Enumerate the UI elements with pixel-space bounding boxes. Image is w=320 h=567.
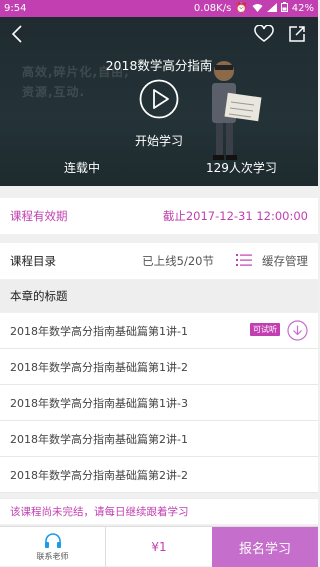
download-icon	[287, 320, 308, 341]
lesson-item[interactable]: 2018年数学高分指南基础篇第2讲-1	[0, 421, 318, 457]
online-lesson-count: 已上线5/20节	[142, 254, 214, 268]
lesson-list: 2018年数学高分指南基础篇第1讲-1 可试听 2018年数学高分指南基础篇第1…	[0, 313, 318, 493]
chapter-title: 本章的标题	[10, 289, 68, 303]
favorite-button[interactable]	[254, 24, 274, 47]
contact-teacher-label: 联系老师	[36, 551, 69, 561]
lesson-title: 2018年数学高分指南基础篇第2讲-2	[10, 468, 188, 482]
back-button[interactable]	[10, 25, 24, 47]
trial-badge: 可试听	[250, 323, 280, 336]
lesson-item[interactable]: 2018年数学高分指南基础篇第1讲-3	[0, 385, 318, 421]
signal-icon	[266, 2, 277, 15]
heart-icon	[254, 24, 274, 42]
start-learning-label[interactable]: 开始学习	[0, 132, 318, 149]
chevron-left-icon	[11, 25, 22, 43]
status-bar: 9:54 0.08K/s ⏰ 42%	[0, 0, 318, 17]
battery-icon	[280, 2, 288, 15]
wifi-icon	[252, 3, 263, 15]
contact-teacher-button[interactable]: 联系老师	[0, 527, 106, 567]
lesson-item[interactable]: 2018年数学高分指南基础篇第1讲-1 可试听	[0, 313, 318, 349]
serial-status: 连载中	[64, 161, 101, 175]
status-time: 9:54	[4, 3, 27, 14]
lesson-item[interactable]: 2018年数学高分指南基础篇第1讲-2	[0, 349, 318, 385]
network-speed: 0.08K/s	[193, 3, 232, 14]
download-button[interactable]	[287, 320, 308, 344]
chapter-header: 本章的标题	[0, 280, 318, 312]
course-catalog-header: 课程目录 已上线5/20节 缓存管理	[0, 243, 318, 279]
share-icon	[289, 26, 305, 42]
validity-value: 截止2017-12-31 12:00:00	[162, 209, 308, 223]
headset-icon	[44, 532, 61, 548]
play-icon	[139, 79, 179, 119]
course-price: ¥1	[151, 540, 167, 554]
lesson-item[interactable]: 2018年数学高分指南基础篇第2讲-2	[0, 457, 318, 493]
lesson-title: 2018年数学高分指南基础篇第1讲-3	[10, 396, 188, 410]
learner-count: 129人次学习	[206, 161, 277, 175]
catalog-label: 课程目录	[10, 254, 56, 268]
background-slogan-line2: 资源,互动.	[22, 85, 86, 99]
share-button[interactable]	[288, 25, 306, 47]
battery-level: 42%	[291, 3, 314, 14]
course-video-header[interactable]: 高效,碎片化,自由, 资源,互动. 2018数学高分指南 开始学习 连载中 12…	[0, 17, 318, 186]
play-button[interactable]	[139, 79, 179, 119]
alarm-icon: ⏰	[235, 3, 248, 14]
lesson-title: 2018年数学高分指南基础篇第1讲-2	[10, 360, 188, 374]
list-menu-icon[interactable]	[236, 253, 252, 269]
course-validity-row: 课程有效期 截止2017-12-31 12:00:00	[0, 198, 318, 234]
cache-management-button[interactable]: 缓存管理	[262, 253, 308, 269]
validity-label: 课程有效期	[10, 209, 68, 223]
bottom-action-bar: 联系老师 ¥1 报名学习	[0, 526, 318, 567]
enroll-button[interactable]: 报名学习	[212, 527, 318, 567]
status-indicators: 0.08K/s ⏰ 42%	[194, 2, 314, 15]
course-title: 2018数学高分指南	[105, 58, 213, 73]
lesson-title: 2018年数学高分指南基础篇第2讲-1	[10, 432, 188, 446]
lesson-title: 2018年数学高分指南基础篇第1讲-1	[10, 324, 188, 338]
course-incomplete-notice: 该课程尚未完结，请每日继续跟着学习	[0, 498, 318, 524]
